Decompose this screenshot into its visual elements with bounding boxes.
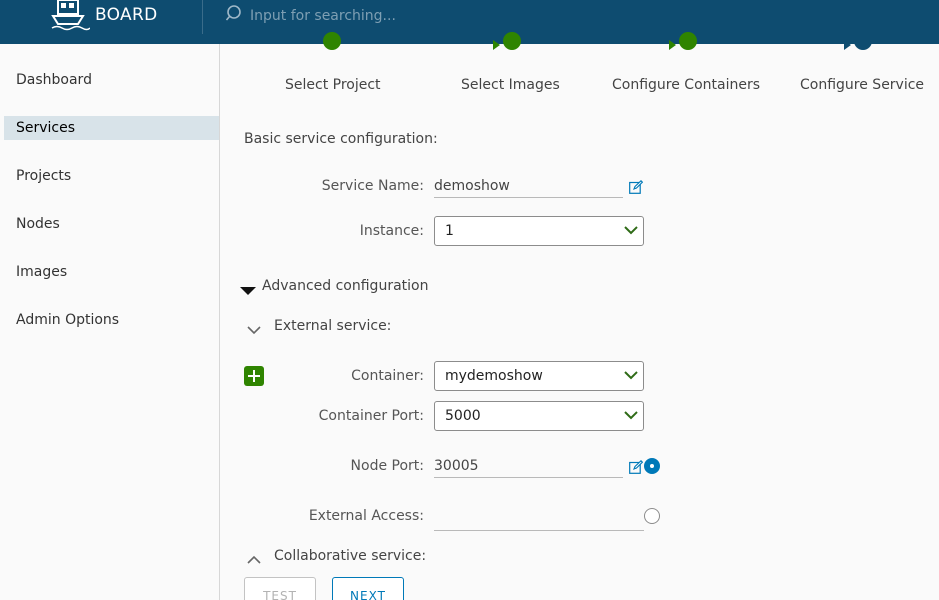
main-content: Select Project Select Images Configure C…: [220, 32, 939, 600]
chevron-up-icon[interactable]: [247, 550, 261, 569]
external-access-radio[interactable]: [644, 508, 660, 524]
chevron-down-icon[interactable]: [247, 320, 261, 339]
step-complete-icon: [503, 32, 521, 50]
instance-label: Instance:: [359, 223, 424, 239]
step-arrow-icon: [669, 40, 676, 50]
sidebar: Dashboard Services Projects Nodes Images…: [0, 44, 220, 600]
search-input[interactable]: Input for searching...: [250, 8, 396, 24]
node-port-label: Node Port:: [350, 458, 424, 474]
container-label: Container:: [351, 368, 424, 384]
edit-icon[interactable]: [629, 459, 644, 478]
chevron-down-icon: [623, 408, 639, 426]
container-port-select[interactable]: 5000: [434, 401, 644, 431]
header-divider: [202, 0, 203, 34]
step-label-configure-containers: Configure Containers: [612, 77, 761, 93]
sidebar-item-admin-options[interactable]: Admin Options: [4, 308, 219, 332]
container-select-value: mydemoshow: [445, 368, 543, 384]
step-label-configure-service: Configure Service: [800, 77, 925, 93]
sidebar-item-images[interactable]: Images: [4, 260, 219, 284]
sidebar-item-projects[interactable]: Projects: [4, 164, 219, 188]
step-complete-icon: [679, 32, 697, 50]
sidebar-item-services[interactable]: Services: [4, 116, 219, 140]
caret-down-icon[interactable]: [240, 282, 256, 301]
step-label-select-images: Select Images: [461, 77, 560, 93]
chevron-down-icon: [623, 223, 639, 241]
node-port-radio[interactable]: [644, 458, 660, 474]
chevron-down-icon: [623, 368, 639, 386]
search-icon: [225, 4, 244, 28]
step-arrow-icon: [493, 40, 500, 50]
step-label-select-project: Select Project: [285, 77, 381, 93]
step-complete-icon: [323, 32, 341, 50]
edit-icon[interactable]: [629, 179, 644, 198]
basic-config-title: Basic service configuration:: [244, 131, 438, 147]
node-port-field[interactable]: 30005: [434, 458, 623, 478]
sidebar-item-nodes[interactable]: Nodes: [4, 212, 219, 236]
brand-text: BOARD: [95, 5, 158, 25]
sidebar-item-dashboard[interactable]: Dashboard: [4, 68, 219, 92]
external-service-toggle[interactable]: External service:: [274, 318, 391, 334]
ship-logo-icon[interactable]: [50, 0, 90, 32]
search-box[interactable]: Input for searching...: [225, 4, 396, 28]
instance-select-value: 1: [445, 223, 454, 239]
advanced-config-toggle[interactable]: Advanced configuration: [262, 278, 428, 294]
container-select[interactable]: mydemoshow: [434, 361, 644, 391]
step-current-icon: [854, 32, 872, 50]
app-header: BOARD Input for searching...: [0, 0, 939, 44]
collaborative-service-toggle[interactable]: Collaborative service:: [274, 548, 426, 564]
brand-name: BOARD: [95, 5, 157, 25]
service-name-label: Service Name:: [321, 178, 424, 194]
external-access-field[interactable]: [434, 508, 644, 531]
next-button[interactable]: NEXT: [332, 577, 404, 600]
container-port-label: Container Port:: [318, 408, 424, 424]
step-arrow-icon: [844, 40, 851, 50]
instance-select[interactable]: 1: [434, 216, 644, 246]
test-button[interactable]: TEST: [244, 577, 316, 600]
container-port-select-value: 5000: [445, 408, 481, 424]
external-access-label: External Access:: [308, 508, 424, 524]
service-name-field[interactable]: demoshow: [434, 178, 623, 198]
